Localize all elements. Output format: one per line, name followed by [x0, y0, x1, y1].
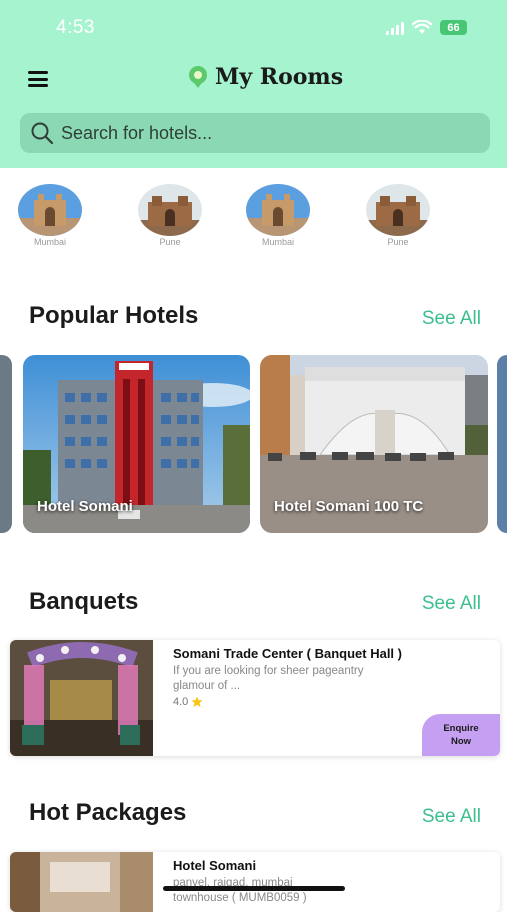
city-image	[18, 184, 82, 236]
city-image	[246, 184, 310, 236]
app-title: My Rooms	[215, 64, 344, 90]
home-indicator[interactable]	[163, 886, 345, 891]
city-label: Mumbai	[261, 237, 294, 247]
search-icon	[31, 122, 54, 145]
city-mumbai-2[interactable]: Mumbai	[243, 184, 313, 247]
banquet-description: If you are looking for sheer pageantry g…	[173, 665, 364, 692]
app-header: 4:53 66 My Rooms	[0, 0, 507, 168]
banquet-card[interactable]: Somani Trade Center ( Banquet Hall ) If …	[10, 640, 500, 756]
enquire-now-button[interactable]: Enquire Now	[422, 714, 500, 756]
city-pune-1[interactable]: Pune	[135, 184, 205, 247]
banquets-title: Banquets	[29, 588, 139, 615]
package-card[interactable]: Hotel Somani panvel, raigad, mumbai town…	[10, 852, 500, 912]
hotel-card[interactable]: Hotel Somani 100 TC	[260, 355, 488, 533]
brand: My Rooms	[187, 64, 343, 90]
hotel-name: Hotel Somani	[37, 498, 133, 515]
banquet-name: Somani Trade Center ( Banquet Hall )	[173, 646, 402, 661]
star-icon	[191, 696, 203, 707]
battery-icon: 66	[440, 20, 467, 35]
hot-packages-title: Hot Packages	[29, 799, 187, 826]
search-input[interactable]	[59, 121, 463, 145]
hotel-card-partial-right[interactable]	[497, 355, 507, 533]
city-label: Pune	[387, 237, 409, 247]
packages-see-all-link[interactable]: See All	[422, 806, 481, 828]
menu-icon[interactable]	[28, 71, 48, 87]
location-pin-icon	[189, 66, 207, 88]
search-bar[interactable]	[20, 113, 490, 153]
city-image	[366, 184, 430, 236]
city-mumbai-1[interactable]: Mumbai	[15, 184, 85, 247]
signal-icon	[386, 21, 404, 35]
city-image	[138, 184, 202, 236]
banquet-rating: 4.0	[173, 696, 203, 708]
banquets-see-all-link[interactable]: See All	[422, 593, 481, 615]
package-image	[10, 852, 153, 912]
package-description: panvel, raigad, mumbai townhouse ( MUMB0…	[173, 877, 307, 904]
city-pune-2[interactable]: Pune	[363, 184, 433, 247]
status-icons: 66	[386, 20, 467, 35]
city-label: Pune	[159, 237, 181, 247]
city-label: Mumbai	[33, 237, 66, 247]
popular-see-all-link[interactable]: See All	[422, 308, 481, 330]
hotel-name: Hotel Somani 100 TC	[274, 498, 424, 515]
package-name: Hotel Somani	[173, 858, 257, 873]
hotel-card[interactable]: Hotel Somani	[23, 355, 250, 533]
wifi-icon	[412, 20, 432, 34]
popular-hotels-title: Popular Hotels	[29, 302, 199, 329]
status-time: 4:53	[56, 17, 95, 38]
banquet-image	[10, 640, 153, 756]
hotel-card-partial-left[interactable]	[0, 355, 12, 533]
